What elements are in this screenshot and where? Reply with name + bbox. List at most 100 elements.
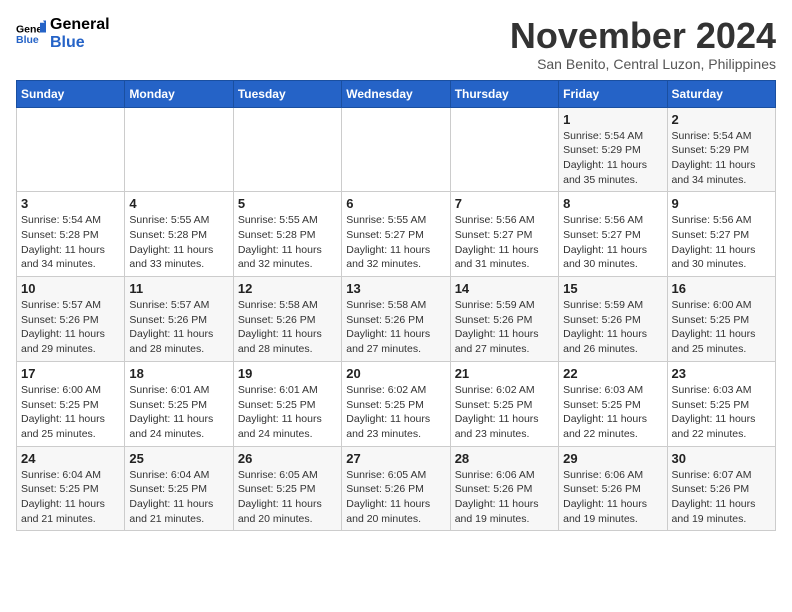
calendar-cell: 24 Sunrise: 6:04 AMSunset: 5:25 PMDayligh… xyxy=(17,446,125,531)
day-info: Sunrise: 6:03 AMSunset: 5:25 PMDaylight:… xyxy=(672,383,771,442)
day-info: Sunrise: 5:56 AMSunset: 5:27 PMDaylight:… xyxy=(563,213,662,272)
day-number: 2 xyxy=(672,112,771,127)
day-number: 14 xyxy=(455,281,554,296)
calendar-cell: 27Sunrise: 6:05 AMSunset: 5:26 PMDayligh… xyxy=(342,446,450,531)
header-monday: Monday xyxy=(125,80,233,107)
day-info: Sunrise: 6:06 AMSunset: 5:26 PMDaylight:… xyxy=(563,468,662,527)
calendar-cell: 19 Sunrise: 6:01 AMSunset: 5:25 PMDayligh… xyxy=(233,361,341,446)
day-number: 12 xyxy=(238,281,337,296)
page-header: General Blue General Blue November 2024 … xyxy=(16,16,776,72)
calendar-table: SundayMondayTuesdayWednesdayThursdayFrid… xyxy=(16,80,776,532)
calendar-cell: 23 Sunrise: 6:03 AMSunset: 5:25 PMDayligh… xyxy=(667,361,775,446)
day-number: 26 xyxy=(238,451,337,466)
day-info: Sunrise: 6:02 AMSunset: 5:25 PMDaylight:… xyxy=(346,383,445,442)
day-number: 9 xyxy=(672,196,771,211)
day-info: Sunrise: 6:04 AMSunset: 5:25 PMDaylight:… xyxy=(21,468,120,527)
calendar-cell xyxy=(233,107,341,192)
header-sunday: Sunday xyxy=(17,80,125,107)
svg-text:Blue: Blue xyxy=(16,34,39,46)
logo-line2: Blue xyxy=(50,34,110,52)
calendar-cell: 22 Sunrise: 6:03 AMSunset: 5:25 PMDayligh… xyxy=(559,361,667,446)
calendar-cell: 20 Sunrise: 6:02 AMSunset: 5:25 PMDayligh… xyxy=(342,361,450,446)
header-wednesday: Wednesday xyxy=(342,80,450,107)
day-number: 16 xyxy=(672,281,771,296)
calendar-cell: 5 Sunrise: 5:55 AMSunset: 5:28 PMDaylight… xyxy=(233,192,341,277)
week-row-1: 1 Sunrise: 5:54 AMSunset: 5:29 PMDaylight… xyxy=(17,107,776,192)
calendar-cell: 26 Sunrise: 6:05 AMSunset: 5:25 PMDayligh… xyxy=(233,446,341,531)
day-info: Sunrise: 5:55 AMSunset: 5:27 PMDaylight:… xyxy=(346,213,445,272)
day-info: Sunrise: 6:03 AMSunset: 5:25 PMDaylight:… xyxy=(563,383,662,442)
day-info: Sunrise: 5:54 AMSunset: 5:29 PMDaylight:… xyxy=(563,129,662,188)
day-number: 28 xyxy=(455,451,554,466)
calendar-cell: 25 Sunrise: 6:04 AMSunset: 5:25 PMDayligh… xyxy=(125,446,233,531)
day-number: 6 xyxy=(346,196,445,211)
day-number: 19 xyxy=(238,366,337,381)
day-info: Sunrise: 5:56 AMSunset: 5:27 PMDaylight:… xyxy=(672,213,771,272)
weekday-header-row: SundayMondayTuesdayWednesdayThursdayFrid… xyxy=(17,80,776,107)
calendar-cell: 15 Sunrise: 5:59 AMSunset: 5:26 PMDayligh… xyxy=(559,277,667,362)
day-number: 22 xyxy=(563,366,662,381)
day-number: 29 xyxy=(563,451,662,466)
day-number: 1 xyxy=(563,112,662,127)
calendar-cell: 12Sunrise: 5:58 AMSunset: 5:26 PMDayligh… xyxy=(233,277,341,362)
day-number: 15 xyxy=(563,281,662,296)
day-number: 21 xyxy=(455,366,554,381)
day-info: Sunrise: 6:01 AMSunset: 5:25 PMDaylight:… xyxy=(238,383,337,442)
calendar-cell: 14 Sunrise: 5:59 AMSunset: 5:26 PMDayligh… xyxy=(450,277,558,362)
day-info: Sunrise: 5:54 AMSunset: 5:29 PMDaylight:… xyxy=(672,129,771,188)
day-number: 23 xyxy=(672,366,771,381)
calendar-cell: 1 Sunrise: 5:54 AMSunset: 5:29 PMDaylight… xyxy=(559,107,667,192)
day-number: 24 xyxy=(21,451,120,466)
week-row-5: 24 Sunrise: 6:04 AMSunset: 5:25 PMDayligh… xyxy=(17,446,776,531)
day-info: Sunrise: 5:59 AMSunset: 5:26 PMDaylight:… xyxy=(455,298,554,357)
title-area: November 2024 San Benito, Central Luzon,… xyxy=(510,16,776,72)
logo-icon: General Blue xyxy=(16,19,46,49)
day-info: Sunrise: 5:55 AMSunset: 5:28 PMDaylight:… xyxy=(129,213,228,272)
calendar-cell xyxy=(17,107,125,192)
day-info: Sunrise: 5:55 AMSunset: 5:28 PMDaylight:… xyxy=(238,213,337,272)
day-info: Sunrise: 6:04 AMSunset: 5:25 PMDaylight:… xyxy=(129,468,228,527)
day-number: 30 xyxy=(672,451,771,466)
header-thursday: Thursday xyxy=(450,80,558,107)
calendar-cell: 11Sunrise: 5:57 AMSunset: 5:26 PMDayligh… xyxy=(125,277,233,362)
day-info: Sunrise: 5:56 AMSunset: 5:27 PMDaylight:… xyxy=(455,213,554,272)
calendar-cell xyxy=(342,107,450,192)
day-number: 11 xyxy=(129,281,228,296)
day-number: 18 xyxy=(129,366,228,381)
day-number: 27 xyxy=(346,451,445,466)
day-info: Sunrise: 6:00 AMSunset: 5:25 PMDaylight:… xyxy=(21,383,120,442)
calendar-cell: 13Sunrise: 5:58 AMSunset: 5:26 PMDayligh… xyxy=(342,277,450,362)
week-row-3: 10 Sunrise: 5:57 AMSunset: 5:26 PMDayligh… xyxy=(17,277,776,362)
week-row-2: 3Sunrise: 5:54 AMSunset: 5:28 PMDaylight… xyxy=(17,192,776,277)
day-info: Sunrise: 5:59 AMSunset: 5:26 PMDaylight:… xyxy=(563,298,662,357)
calendar-cell: 29 Sunrise: 6:06 AMSunset: 5:26 PMDayligh… xyxy=(559,446,667,531)
calendar-cell: 9 Sunrise: 5:56 AMSunset: 5:27 PMDaylight… xyxy=(667,192,775,277)
day-number: 3 xyxy=(21,196,120,211)
calendar-cell: 30 Sunrise: 6:07 AMSunset: 5:26 PMDayligh… xyxy=(667,446,775,531)
calendar-cell xyxy=(450,107,558,192)
calendar-cell xyxy=(125,107,233,192)
header-tuesday: Tuesday xyxy=(233,80,341,107)
day-info: Sunrise: 6:02 AMSunset: 5:25 PMDaylight:… xyxy=(455,383,554,442)
day-number: 10 xyxy=(21,281,120,296)
calendar-cell: 6 Sunrise: 5:55 AMSunset: 5:27 PMDaylight… xyxy=(342,192,450,277)
calendar-cell: 8 Sunrise: 5:56 AMSunset: 5:27 PMDaylight… xyxy=(559,192,667,277)
day-number: 20 xyxy=(346,366,445,381)
day-info: Sunrise: 6:01 AMSunset: 5:25 PMDaylight:… xyxy=(129,383,228,442)
day-number: 8 xyxy=(563,196,662,211)
day-info: Sunrise: 6:05 AMSunset: 5:25 PMDaylight:… xyxy=(238,468,337,527)
day-number: 17 xyxy=(21,366,120,381)
calendar-cell: 16Sunrise: 6:00 AMSunset: 5:25 PMDayligh… xyxy=(667,277,775,362)
day-number: 4 xyxy=(129,196,228,211)
day-number: 7 xyxy=(455,196,554,211)
calendar-cell: 4 Sunrise: 5:55 AMSunset: 5:28 PMDaylight… xyxy=(125,192,233,277)
day-info: Sunrise: 6:06 AMSunset: 5:26 PMDaylight:… xyxy=(455,468,554,527)
header-saturday: Saturday xyxy=(667,80,775,107)
calendar-cell: 18 Sunrise: 6:01 AMSunset: 5:25 PMDayligh… xyxy=(125,361,233,446)
day-info: Sunrise: 6:07 AMSunset: 5:26 PMDaylight:… xyxy=(672,468,771,527)
logo-line1: General xyxy=(50,16,110,34)
day-number: 25 xyxy=(129,451,228,466)
day-number: 5 xyxy=(238,196,337,211)
day-info: Sunrise: 5:57 AMSunset: 5:26 PMDaylight:… xyxy=(21,298,120,357)
calendar-cell: 10 Sunrise: 5:57 AMSunset: 5:26 PMDayligh… xyxy=(17,277,125,362)
